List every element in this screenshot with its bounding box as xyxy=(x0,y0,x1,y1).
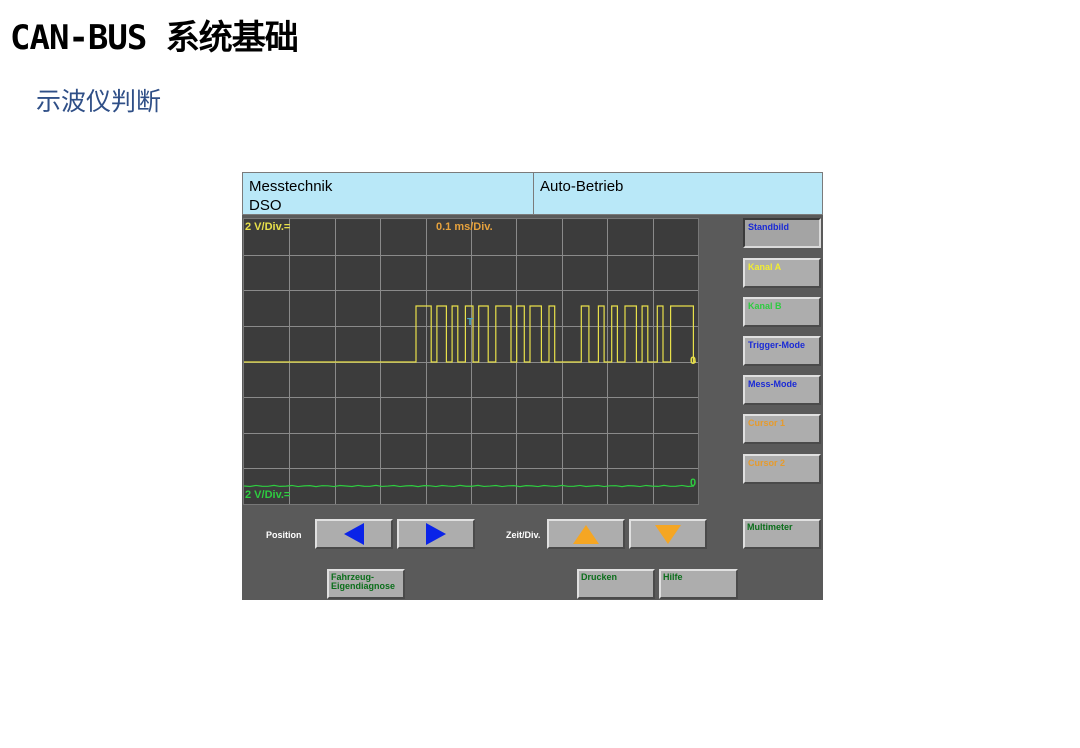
position-right-button[interactable] xyxy=(397,519,475,549)
channel-b-trace xyxy=(244,484,695,488)
mode-title: Messtechnik xyxy=(249,178,333,195)
channel-a-scale: 2 V/Div.= xyxy=(245,221,291,233)
zeit-div-label: Zeit/Div. xyxy=(506,530,541,540)
slide-subtitle: 示波仪判断 xyxy=(36,87,162,116)
arrow-up-icon xyxy=(573,524,599,544)
channel-b-scale: 2 V/Div.= xyxy=(245,489,291,501)
slide-title: CAN-BUS 系统基础 xyxy=(10,18,299,58)
oscilloscope-panel: Messtechnik DSO Auto-Betrieb 2 V/Div.= 0… xyxy=(242,172,823,600)
arrow-right-icon xyxy=(426,523,446,545)
mode-subtitle: DSO xyxy=(249,197,282,214)
standbild-button[interactable]: Standbild xyxy=(743,218,821,248)
kanal-a-button[interactable]: Kanal A xyxy=(743,258,821,288)
trigger-marker: T xyxy=(467,317,474,328)
fahrzeug-eigendiagnose-button[interactable]: Fahrzeug- Eigendiagnose xyxy=(327,569,405,599)
trigger-mode-button[interactable]: Trigger-Mode xyxy=(743,336,821,366)
channel-b-zero-marker: 0 xyxy=(690,477,697,489)
zeit-up-button[interactable] xyxy=(547,519,625,549)
arrow-down-icon xyxy=(655,524,681,544)
position-left-button[interactable] xyxy=(315,519,393,549)
zeit-down-button[interactable] xyxy=(629,519,707,549)
position-label: Position xyxy=(266,530,302,540)
channel-a-zero-marker: 0 xyxy=(690,355,697,367)
mode-header: Messtechnik DSO xyxy=(242,172,534,215)
operation-title: Auto-Betrieb xyxy=(540,178,624,195)
scope-graph xyxy=(244,219,698,504)
cursor-1-button[interactable]: Cursor 1 xyxy=(743,414,821,444)
multimeter-button[interactable]: Multimeter xyxy=(743,519,821,549)
operation-header: Auto-Betrieb xyxy=(533,172,823,215)
kanal-b-button[interactable]: Kanal B xyxy=(743,297,821,327)
time-scale: 0.1 ms/Div. xyxy=(436,221,493,233)
cursor-2-button[interactable]: Cursor 2 xyxy=(743,454,821,484)
mess-mode-button[interactable]: Mess-Mode xyxy=(743,375,821,405)
channel-a-trace xyxy=(244,305,696,363)
arrow-left-icon xyxy=(344,523,364,545)
drucken-button[interactable]: Drucken xyxy=(577,569,655,599)
hilfe-button[interactable]: Hilfe xyxy=(659,569,738,599)
scope-display: 2 V/Div.= 0.1 ms/Div. 2 V/Div.= T 0 0 xyxy=(243,218,699,505)
